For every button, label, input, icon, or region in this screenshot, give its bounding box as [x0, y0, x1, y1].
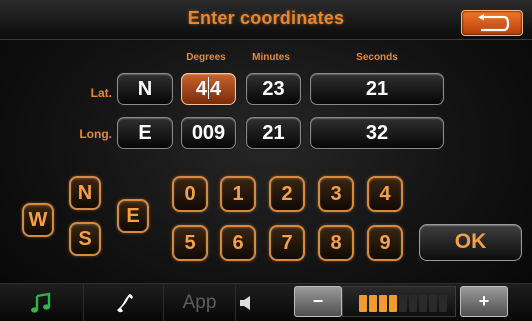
speaker-icon [240, 296, 250, 310]
volume-segment [399, 295, 407, 312]
east-key[interactable]: E [117, 199, 149, 233]
latitude-degrees-value: 44 [195, 77, 222, 100]
longitude-hemisphere-field[interactable]: E [117, 117, 173, 149]
volume-down-button[interactable]: − [294, 286, 342, 317]
title-bar: Enter coordinates [0, 0, 532, 40]
page-title: Enter coordinates [187, 8, 345, 28]
latitude-seconds-field[interactable]: 21 [310, 73, 444, 105]
back-button[interactable] [461, 10, 523, 36]
north-key[interactable]: N [69, 176, 101, 210]
key-5[interactable]: 5 [172, 225, 208, 261]
phone-icon [117, 294, 133, 313]
latitude-minutes-field[interactable]: 23 [246, 73, 301, 105]
latitude-degrees-field[interactable]: 44 [181, 73, 236, 105]
longitude-seconds-field[interactable]: 32 [310, 117, 444, 149]
ok-button[interactable]: OK [419, 224, 522, 261]
coordinate-entry-screen: Enter coordinates Degrees Minutes Second… [0, 0, 532, 321]
latitude-hemisphere-field[interactable]: N [117, 73, 173, 105]
volume-level-bar[interactable] [342, 286, 456, 317]
volume-segment [369, 295, 377, 312]
volume-segment [379, 295, 387, 312]
key-1[interactable]: 1 [220, 176, 256, 212]
south-key[interactable]: S [69, 222, 101, 256]
degrees-header: Degrees [186, 52, 226, 63]
longitude-minutes-field[interactable]: 21 [246, 117, 301, 149]
minutes-header: Minutes [252, 52, 290, 63]
key-4[interactable]: 4 [367, 176, 403, 212]
latitude-label: Lat. [90, 86, 112, 100]
music-note-icon [31, 292, 51, 313]
west-key[interactable]: W [22, 203, 54, 237]
seconds-header: Seconds [356, 52, 398, 63]
volume-segment [359, 295, 367, 312]
key-0[interactable]: 0 [172, 176, 208, 212]
volume-segment [439, 295, 447, 312]
longitude-degrees-field[interactable]: 009 [181, 117, 236, 149]
key-3[interactable]: 3 [318, 176, 354, 212]
music-button[interactable] [0, 284, 84, 321]
text-caret [208, 77, 209, 99]
volume-icon-area [236, 284, 286, 321]
return-arrow-icon [478, 14, 510, 32]
longitude-label: Long. [79, 127, 112, 141]
key-8[interactable]: 8 [318, 225, 354, 261]
key-9[interactable]: 9 [367, 225, 403, 261]
volume-up-button[interactable]: + [460, 286, 508, 317]
key-6[interactable]: 6 [220, 225, 256, 261]
phone-button[interactable] [84, 284, 164, 321]
volume-segment [409, 295, 417, 312]
key-7[interactable]: 7 [269, 225, 305, 261]
volume-segment [389, 295, 397, 312]
volume-segment [429, 295, 437, 312]
volume-segment [419, 295, 427, 312]
key-2[interactable]: 2 [269, 176, 305, 212]
app-button[interactable]: App [164, 284, 236, 321]
